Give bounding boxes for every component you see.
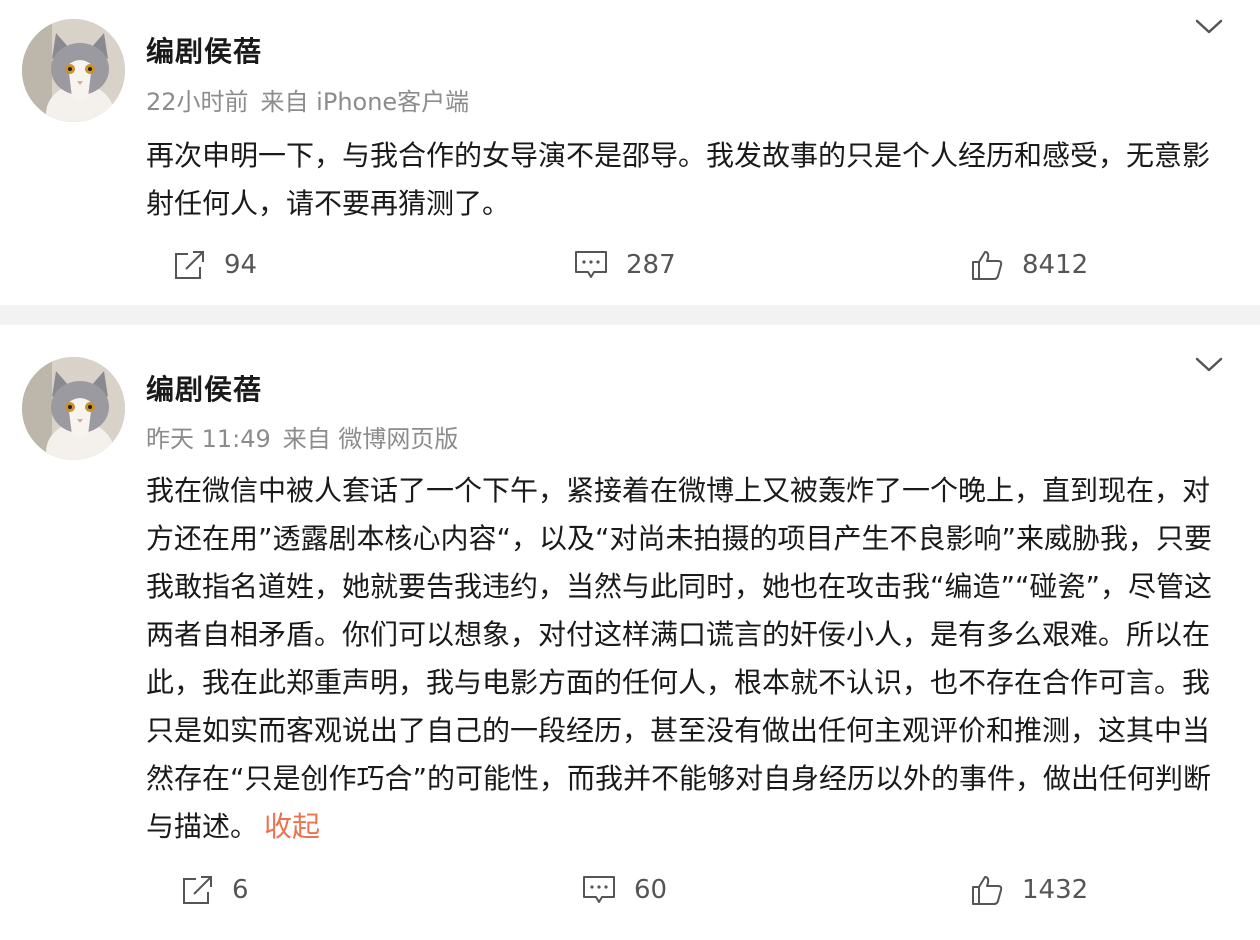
weibo-post: 编剧侯蓓 22小时前 来自 iPhone客户端 再次申明一下，与我合作的女导演不是… [0, 0, 1260, 305]
post-text: 我在微信中被人套话了一个下午，紧接着在微博上又被轰炸了一个晚上，直到现在，对方还… [146, 467, 1231, 851]
like-count: 8412 [1022, 250, 1089, 280]
chevron-down-icon[interactable] [1194, 354, 1224, 376]
repost-button[interactable]: 94 [172, 240, 257, 290]
repost-icon [175, 251, 204, 279]
chevron-down-icon[interactable] [1194, 16, 1224, 38]
repost-icon [183, 876, 212, 904]
like-button[interactable]: 8412 [970, 240, 1088, 290]
comment-button[interactable]: 60 [582, 865, 667, 915]
action-bar: 94 287 8412 [0, 240, 1260, 290]
comment-icon [575, 251, 607, 278]
author-name[interactable]: 编剧侯蓓 [146, 30, 262, 70]
thumbs-up-icon [972, 251, 1003, 280]
post-source: 来自 iPhone客户端 [260, 88, 470, 116]
repost-button[interactable]: 6 [180, 865, 249, 915]
avatar[interactable] [22, 19, 125, 122]
comment-button[interactable]: 287 [574, 240, 676, 290]
post-time: 昨天 11:49 [146, 425, 271, 453]
weibo-post: 编剧侯蓓 昨天 11:49 来自 微博网页版 我在微信中被人套话了一个下午，紧接着… [0, 325, 1260, 940]
comment-count: 60 [634, 875, 668, 905]
post-meta: 昨天 11:49 来自 微博网页版 [146, 419, 470, 454]
thumbs-up-icon [972, 876, 1003, 905]
repost-count: 6 [232, 875, 249, 905]
collapse-link[interactable]: 收起 [264, 810, 320, 843]
post-meta: 22小时前 来自 iPhone客户端 [146, 82, 481, 117]
author-name[interactable]: 编剧侯蓓 [146, 368, 262, 408]
post-time: 22小时前 [146, 88, 249, 116]
post-separator [0, 305, 1260, 325]
post-source: 来自 微博网页版 [282, 425, 459, 453]
post-text: 再次申明一下，与我合作的女导演不是邵导。我发故事的只是个人经历和感受，无意影射任… [146, 139, 1211, 220]
like-button[interactable]: 1432 [970, 865, 1088, 915]
like-count: 1432 [1022, 875, 1089, 905]
comment-count: 287 [626, 250, 676, 280]
post-text-content: 我在微信中被人套话了一个下午，紧接着在微博上又被轰炸了一个晚上，直到现在，对方还… [146, 474, 1213, 843]
repost-count: 94 [224, 250, 258, 280]
action-bar: 6 60 1432 [0, 865, 1260, 915]
avatar[interactable] [22, 357, 125, 460]
comment-icon [583, 876, 615, 903]
